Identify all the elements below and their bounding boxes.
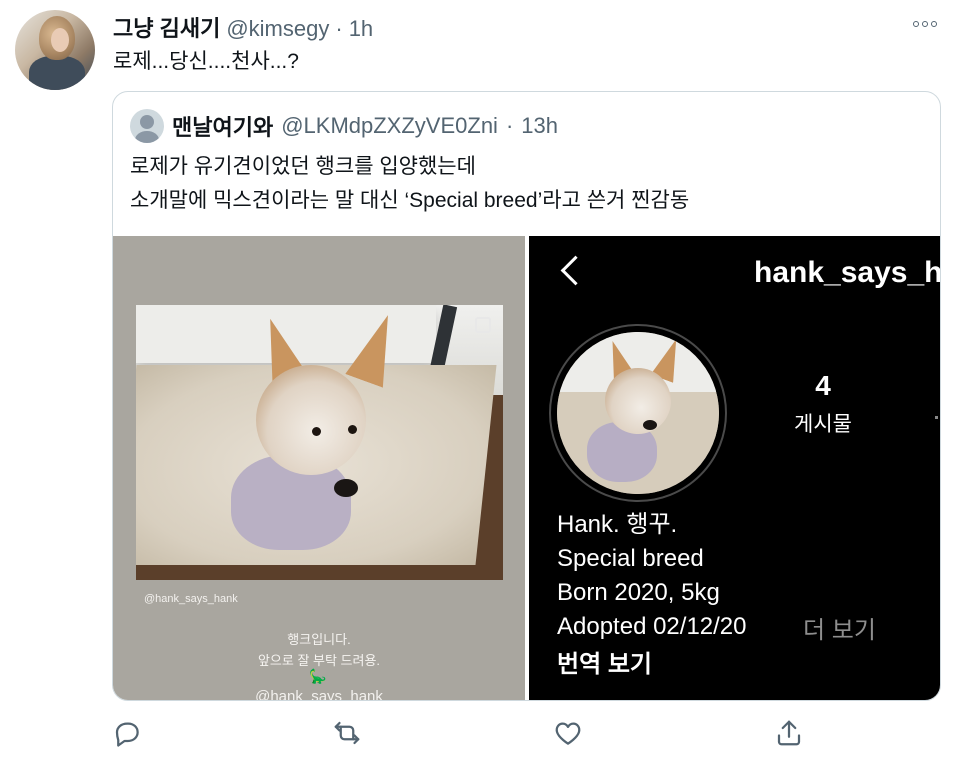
bio-more-link: 더 보기: [803, 617, 876, 644]
separator: ·: [335, 16, 343, 41]
story-tag: @hank_says_hank: [144, 593, 238, 605]
retweet-icon[interactable]: [332, 718, 362, 748]
quoted-text-line2: 소개말에 믹스견이라는 말 대신 ‘Special breed’라고 쓴거 찐감…: [130, 189, 690, 212]
back-icon: [555, 252, 585, 292]
post-count: 4: [815, 370, 831, 401]
bio-line: Born 2020, 5kg: [557, 579, 720, 606]
quoted-avatar[interactable]: [130, 109, 164, 143]
story-caption-line2: 앞으로 잘 부탁 드려용.: [257, 653, 381, 668]
timestamp[interactable]: 1h: [349, 16, 373, 42]
quoted-separator: ·: [505, 113, 514, 138]
profile-username: hank_says_h: [754, 256, 941, 289]
quoted-handle[interactable]: @LKMdpZXZyVE0Zni: [281, 113, 498, 139]
tweet: 그냥 김새기 @kimsegy · 1h 로제...당신....천사...? 맨…: [0, 0, 960, 760]
quoted-tweet[interactable]: 맨날여기와 @LKMdpZXZyVE0Zni · 13h 로제가 유기견이었던 …: [112, 91, 941, 701]
post-label: 게시물: [794, 413, 852, 436]
quoted-text-line1: 로제가 유기견이었던 행크를 입양했는데: [130, 155, 476, 178]
dog-photo: [136, 305, 503, 580]
quoted-text: 로제가 유기견이었던 행크를 입양했는데 소개말에 믹스견이라는 말 대신 ‘S…: [130, 150, 689, 218]
media-grid: @hank_says_hank 행크입니다. 앞으로 잘 부탁 드려용. 🦕 @…: [113, 236, 941, 701]
display-name[interactable]: 그냥 김새기: [113, 11, 220, 43]
action-bar: [112, 718, 941, 752]
translate-link: 번역 보기: [557, 651, 652, 678]
copy-icon: [475, 317, 491, 333]
avatar[interactable]: [15, 10, 95, 90]
tweet-header: 그냥 김새기 @kimsegy · 1h: [113, 11, 373, 42]
story-caption-line1: 행크입니다.: [287, 632, 351, 647]
user-handle[interactable]: @kimsegy: [226, 16, 329, 42]
story-image[interactable]: @hank_says_hank 행크입니다. 앞으로 잘 부탁 드려용. 🦕 @…: [113, 236, 525, 701]
quoted-timestamp[interactable]: 13h: [521, 113, 558, 139]
quoted-display-name[interactable]: 맨날여기와: [172, 110, 273, 142]
profile-bio: Hank. 행꾸. Special breed Born 2020, 5kg A…: [557, 508, 747, 644]
story-tag-bottom: @hank_says_hank: [255, 688, 383, 701]
bio-line: Adopted 02/12/20: [557, 613, 747, 640]
profile-screenshot[interactable]: hank_says_h 4 게시물 Hank. 행꾸. Special bree…: [529, 236, 941, 700]
profile-picture: [557, 332, 719, 494]
quoted-header: 맨날여기와 @LKMdpZXZyVE0Zni · 13h: [130, 109, 558, 143]
share-icon[interactable]: [774, 718, 804, 748]
reply-icon[interactable]: [112, 718, 142, 748]
more-icon[interactable]: [908, 12, 942, 36]
bio-line: Special breed: [557, 545, 704, 572]
dinosaur-icon: 🦕: [309, 668, 327, 684]
bio-line: Hank. 행꾸.: [557, 511, 678, 538]
tweet-text: 로제...당신....천사...?: [113, 50, 299, 73]
heart-icon[interactable]: [553, 718, 583, 748]
